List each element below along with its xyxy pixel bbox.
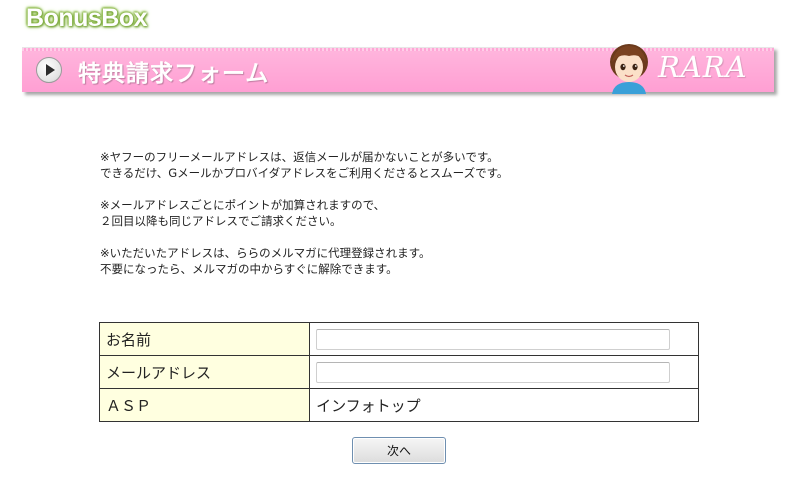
- header-banner: 特典請求フォーム RARA: [22, 44, 774, 94]
- name-input[interactable]: [316, 328, 671, 350]
- play-icon: [36, 57, 62, 83]
- name-label: お名前: [98, 322, 311, 356]
- page: BonusBox 特典請求フォーム RARA ※ヤフーのフリーメールアドレスは、…: [0, 0, 796, 483]
- table-row-asp: ＡＳＰ インフォトップ: [98, 388, 699, 422]
- notice-paragraph-yahoo: ※ヤフーのフリーメールアドレスは、返信メールが届かないことが多いです。 できるだ…: [100, 150, 509, 180]
- page-title: 特典請求フォーム: [78, 61, 270, 87]
- asp-label: ＡＳＰ: [98, 388, 311, 422]
- notice-text: ※ヤフーのフリーメールアドレスは、返信メールが届かないことが多いです。 できるだ…: [100, 149, 720, 293]
- email-label: メールアドレス: [98, 355, 311, 389]
- avatar-icon: [610, 44, 648, 94]
- email-input[interactable]: [316, 361, 671, 383]
- table-row-email: メールアドレス: [98, 355, 699, 389]
- asp-value: インフォトップ: [309, 388, 699, 422]
- request-form-table: お名前 メールアドレス ＡＳＰ インフォトップ: [98, 322, 699, 422]
- brand-name: RARA: [658, 50, 748, 84]
- next-button[interactable]: 次へ: [352, 437, 446, 464]
- table-row-name: お名前: [98, 322, 699, 356]
- notice-paragraph-points: ※メールアドレスごとにポイントが加算されますので、 ２回目以降も同じアドレスでご…: [100, 198, 386, 228]
- notice-paragraph-newsletter: ※いただいたアドレスは、ららのメルマガに代理登録されます。 不要になったら、メル…: [100, 246, 431, 276]
- site-logo[interactable]: BonusBox: [26, 4, 148, 33]
